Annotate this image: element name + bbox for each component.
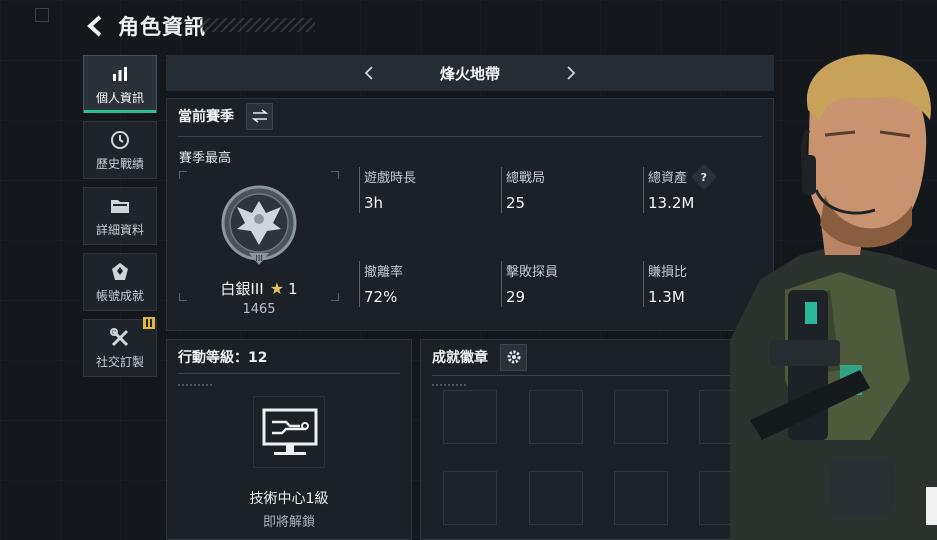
gear-icon (507, 350, 520, 364)
season-title: 當前賽季 (178, 109, 234, 125)
notification-badge (143, 317, 155, 329)
season-best-label: 賽季最高 (179, 151, 232, 166)
stat-value: 3h (364, 194, 384, 212)
mode-name: 烽火地帶 (439, 64, 500, 83)
edge-highlight (926, 487, 937, 525)
stat-label: 擊敗探員 (506, 265, 559, 280)
rank-stars: 1 (288, 279, 298, 298)
corner-decoration (35, 8, 49, 22)
badge-slot[interactable] (443, 390, 497, 444)
sidebar-item-label: 歷史戰績 (95, 156, 144, 171)
page-header: 角色資訊 (84, 12, 206, 40)
rank-score: 1465 (242, 302, 276, 317)
stat-extraction-rate: 撤離率 72% (359, 261, 479, 307)
mode-next-button[interactable] (561, 63, 581, 83)
divider (178, 373, 400, 374)
rank-emblem-icon: III (221, 185, 297, 265)
stat-value: 29 (506, 288, 526, 306)
stat-value: 25 (506, 194, 526, 212)
stat-label: 總戰局 (506, 171, 546, 186)
rank-name-row: 白銀III ★ 1 (179, 278, 339, 299)
operation-level-panel: 行動等級：12 技術中心1級 即將解鎖 (166, 339, 412, 540)
swap-icon (251, 109, 268, 123)
mode-selector: 烽火地帶 (166, 55, 774, 91)
computer-icon (262, 408, 318, 455)
sidebar-item-label: 詳細資料 (95, 222, 144, 237)
achievement-icon (110, 261, 130, 283)
operator-character-art (730, 54, 937, 540)
page-title: 角色資訊 (118, 15, 206, 39)
tech-center-tile[interactable] (253, 396, 325, 468)
unlock-name: 技術中心1級 (249, 491, 329, 507)
sidebar-item-achievements[interactable]: 帳號成就 (83, 253, 157, 311)
chevron-left-icon (364, 66, 373, 80)
divider (178, 136, 762, 137)
sidebar-item-label: 帳號成就 (95, 288, 144, 303)
title-decoration (200, 18, 315, 32)
clock-icon (110, 129, 130, 151)
dash-decoration (178, 384, 212, 386)
frame-corner (179, 171, 187, 179)
stat-label: 總資產 (648, 171, 688, 186)
stat-operatives-defeated: 擊敗探員 29 (501, 261, 621, 307)
sidebar-item-match-history[interactable]: 歷史戰績 (83, 121, 157, 179)
season-panel: 當前賽季 賽季最高 III 白銀III ★ 1 1465 遊戲時長 3h 總戰局… (166, 98, 774, 331)
level-header: 行動等級：12 (167, 340, 411, 374)
back-button[interactable] (84, 12, 108, 40)
star-icon: ★ (269, 279, 285, 298)
sidebar-item-label: 社交訂製 (95, 354, 144, 369)
level-title: 行動等級：12 (178, 350, 268, 366)
achievement-title: 成就徽章 (432, 350, 488, 366)
rank-name: 白銀III (220, 280, 264, 298)
svg-text:III: III (255, 254, 262, 263)
badge-slot[interactable] (529, 390, 583, 444)
sidebar-item-personal-info[interactable]: 個人資訊 (83, 55, 157, 113)
rank-card: III 白銀III ★ 1 1465 (179, 171, 339, 317)
sidebar: 個人資訊 歷史戰績 詳細資料 帳號成就 社交訂製 (83, 55, 157, 385)
badge-slot[interactable] (443, 471, 497, 525)
sidebar-item-label: 個人資訊 (95, 90, 144, 105)
back-arrow-icon (87, 15, 102, 37)
sidebar-item-social-custom[interactable]: 社交訂製 (83, 317, 157, 377)
stat-label: 撤離率 (364, 265, 404, 280)
mode-prev-button[interactable] (359, 63, 379, 83)
badge-slot[interactable] (614, 471, 668, 525)
sidebar-item-details[interactable]: 詳細資料 (83, 187, 157, 245)
tools-icon (110, 327, 130, 349)
stat-value: 72% (364, 288, 398, 306)
unlock-status: 即將解鎖 (262, 515, 315, 530)
switch-season-button[interactable] (246, 102, 273, 130)
stat-label: 遊戲時長 (364, 171, 417, 186)
dash-decoration (432, 384, 466, 386)
badge-settings-button[interactable] (500, 343, 527, 371)
bar-chart-icon (111, 63, 129, 85)
frame-corner (331, 171, 339, 179)
chevron-right-icon (567, 66, 576, 80)
season-header: 當前賽季 (167, 99, 773, 133)
stat-total-matches: 總戰局 25 (501, 167, 621, 213)
folder-icon (109, 195, 131, 217)
badge-slot[interactable] (529, 471, 583, 525)
stat-play-time: 遊戲時長 3h (359, 167, 479, 213)
badge-slot[interactable] (614, 390, 668, 444)
